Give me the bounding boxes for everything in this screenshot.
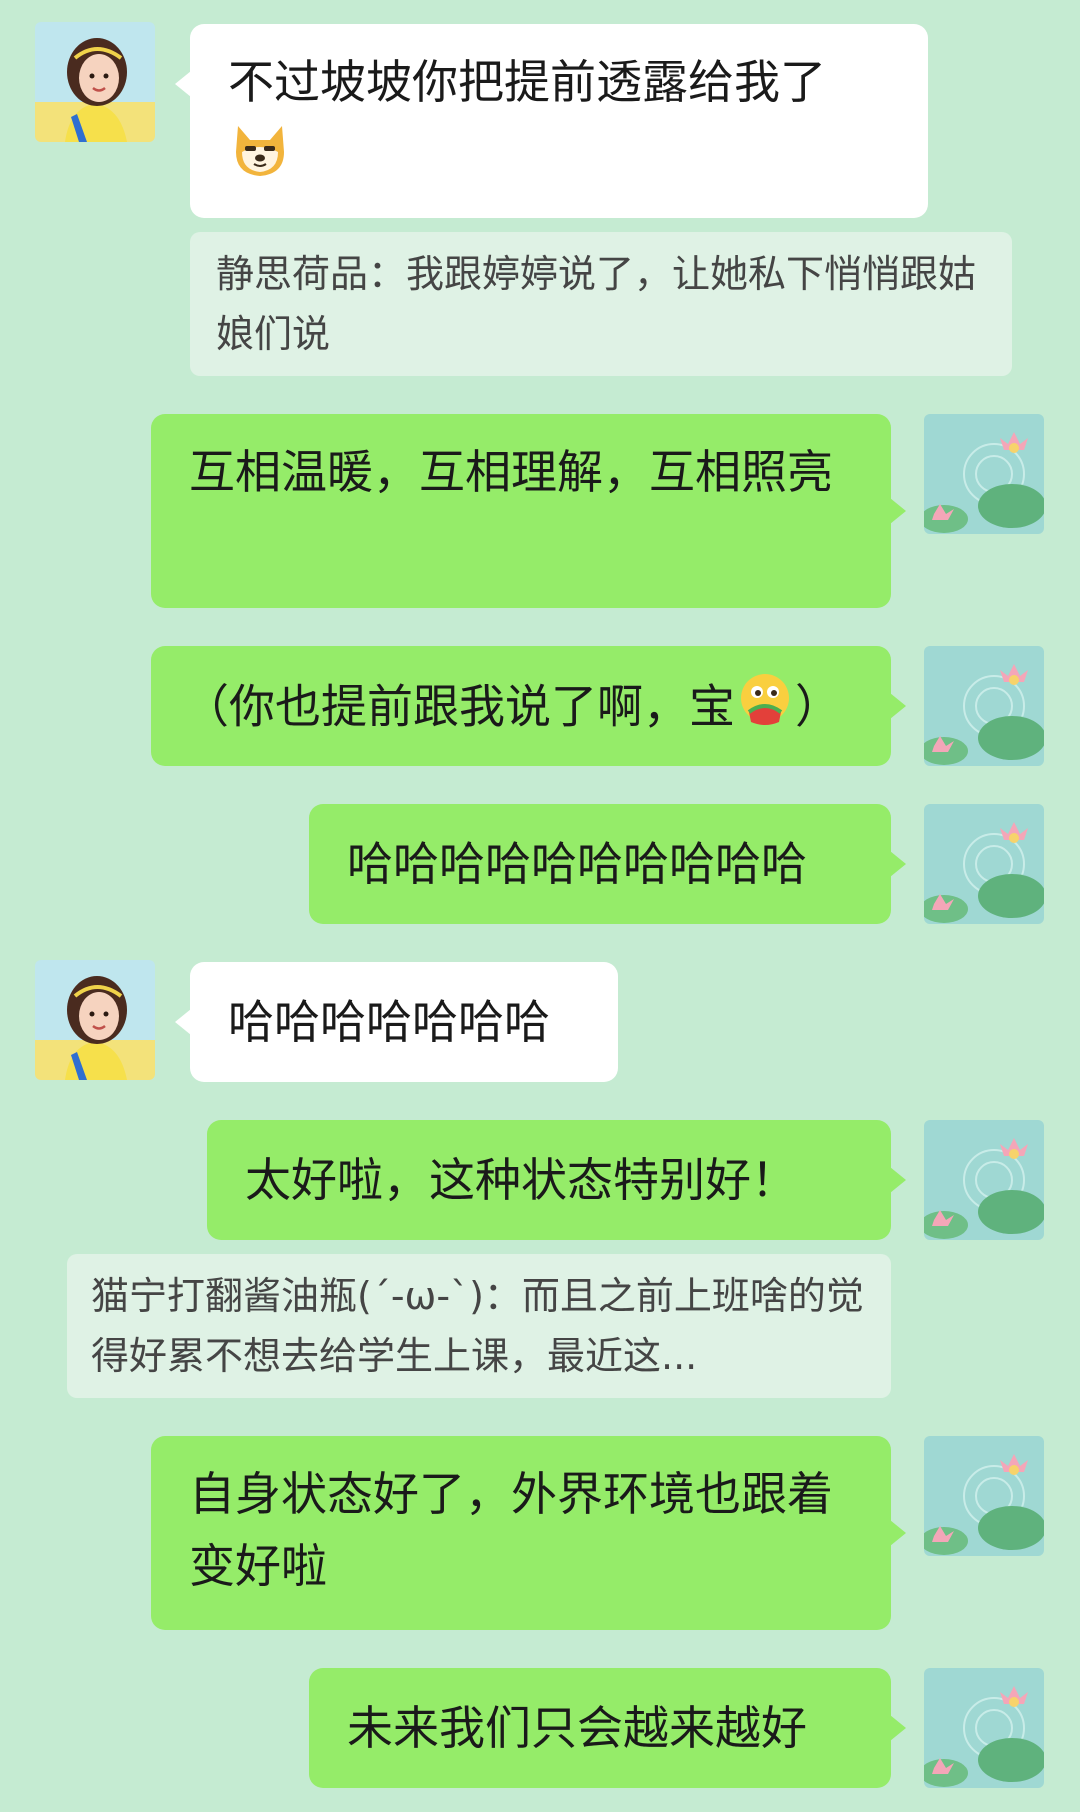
eating-watermelon-emoji <box>735 670 795 750</box>
message-bubble-2[interactable]: 互相温暖，互相理解，互相照亮 <box>151 414 906 608</box>
quoted-message-1[interactable]: 静思荷品：我跟婷婷说了，让她私下悄悄跟姑娘们说 <box>190 232 1012 376</box>
message-bubble-1[interactable]: 不过坡坡你把提前透露给我了 <box>175 24 928 218</box>
bubble-tail <box>890 851 906 877</box>
bubble-tail <box>175 1009 191 1035</box>
bubble-tail <box>890 1715 906 1741</box>
quote-text: 猫宁打翻酱油瓶(ˊ-ω-ˋ)：而且之前上班啥的觉得好累不想去给学生上课，最近这.… <box>91 1274 864 1378</box>
message-text: 太好啦，这种状态特别好！ <box>245 1153 797 1207</box>
bubble-tail <box>890 1520 906 1546</box>
self-avatar[interactable] <box>924 1120 1044 1240</box>
bubble-tail <box>175 71 191 97</box>
message-text: 未来我们只会越来越好 <box>347 1701 807 1755</box>
message-text: 互相温暖，互相理解，互相照亮 <box>189 445 833 499</box>
self-avatar[interactable] <box>924 414 1044 534</box>
message-bubble-8[interactable]: 未来我们只会越来越好 <box>309 1668 906 1788</box>
message-text: 哈哈哈哈哈哈哈 <box>228 995 550 1049</box>
message-bubble-4[interactable]: 哈哈哈哈哈哈哈哈哈哈 <box>309 804 906 924</box>
self-avatar[interactable] <box>924 1436 1044 1556</box>
message-text: （你也提前跟我说了啊，宝 ） <box>183 670 859 750</box>
message-bubble-6[interactable]: 太好啦，这种状态特别好！ <box>207 1120 906 1240</box>
self-avatar[interactable] <box>924 1668 1044 1788</box>
bubble-tail <box>890 693 906 719</box>
message-text: 哈哈哈哈哈哈哈哈哈哈 <box>347 837 807 891</box>
quote-text: 静思荷品：我跟婷婷说了，让她私下悄悄跟姑娘们说 <box>216 252 977 356</box>
contact-avatar[interactable] <box>35 22 155 142</box>
quoted-message-2[interactable]: 猫宁打翻酱油瓶(ˊ-ω-ˋ)：而且之前上班啥的觉得好累不想去给学生上课，最近这.… <box>67 1254 891 1398</box>
self-avatar[interactable] <box>924 646 1044 766</box>
message-text: 自身状态好了，外界环境也跟着变好啦 <box>189 1467 833 1593</box>
bubble-tail <box>890 498 906 524</box>
message-text: 不过坡坡你把提前透露给我了 <box>228 55 826 109</box>
chat-area: 不过坡坡你把提前透露给我了 静思荷品：我跟婷婷说了，让她私下悄悄跟姑娘们说 互相… <box>0 0 1080 1812</box>
message-bubble-5[interactable]: 哈哈哈哈哈哈哈 <box>175 962 618 1082</box>
contact-avatar[interactable] <box>35 960 155 1080</box>
message-bubble-7[interactable]: 自身状态好了，外界环境也跟着变好啦 <box>151 1436 906 1630</box>
doge-emoji <box>228 118 292 202</box>
message-bubble-3[interactable]: （你也提前跟我说了啊，宝 ） <box>151 646 906 766</box>
bubble-tail <box>890 1167 906 1193</box>
self-avatar[interactable] <box>924 804 1044 924</box>
